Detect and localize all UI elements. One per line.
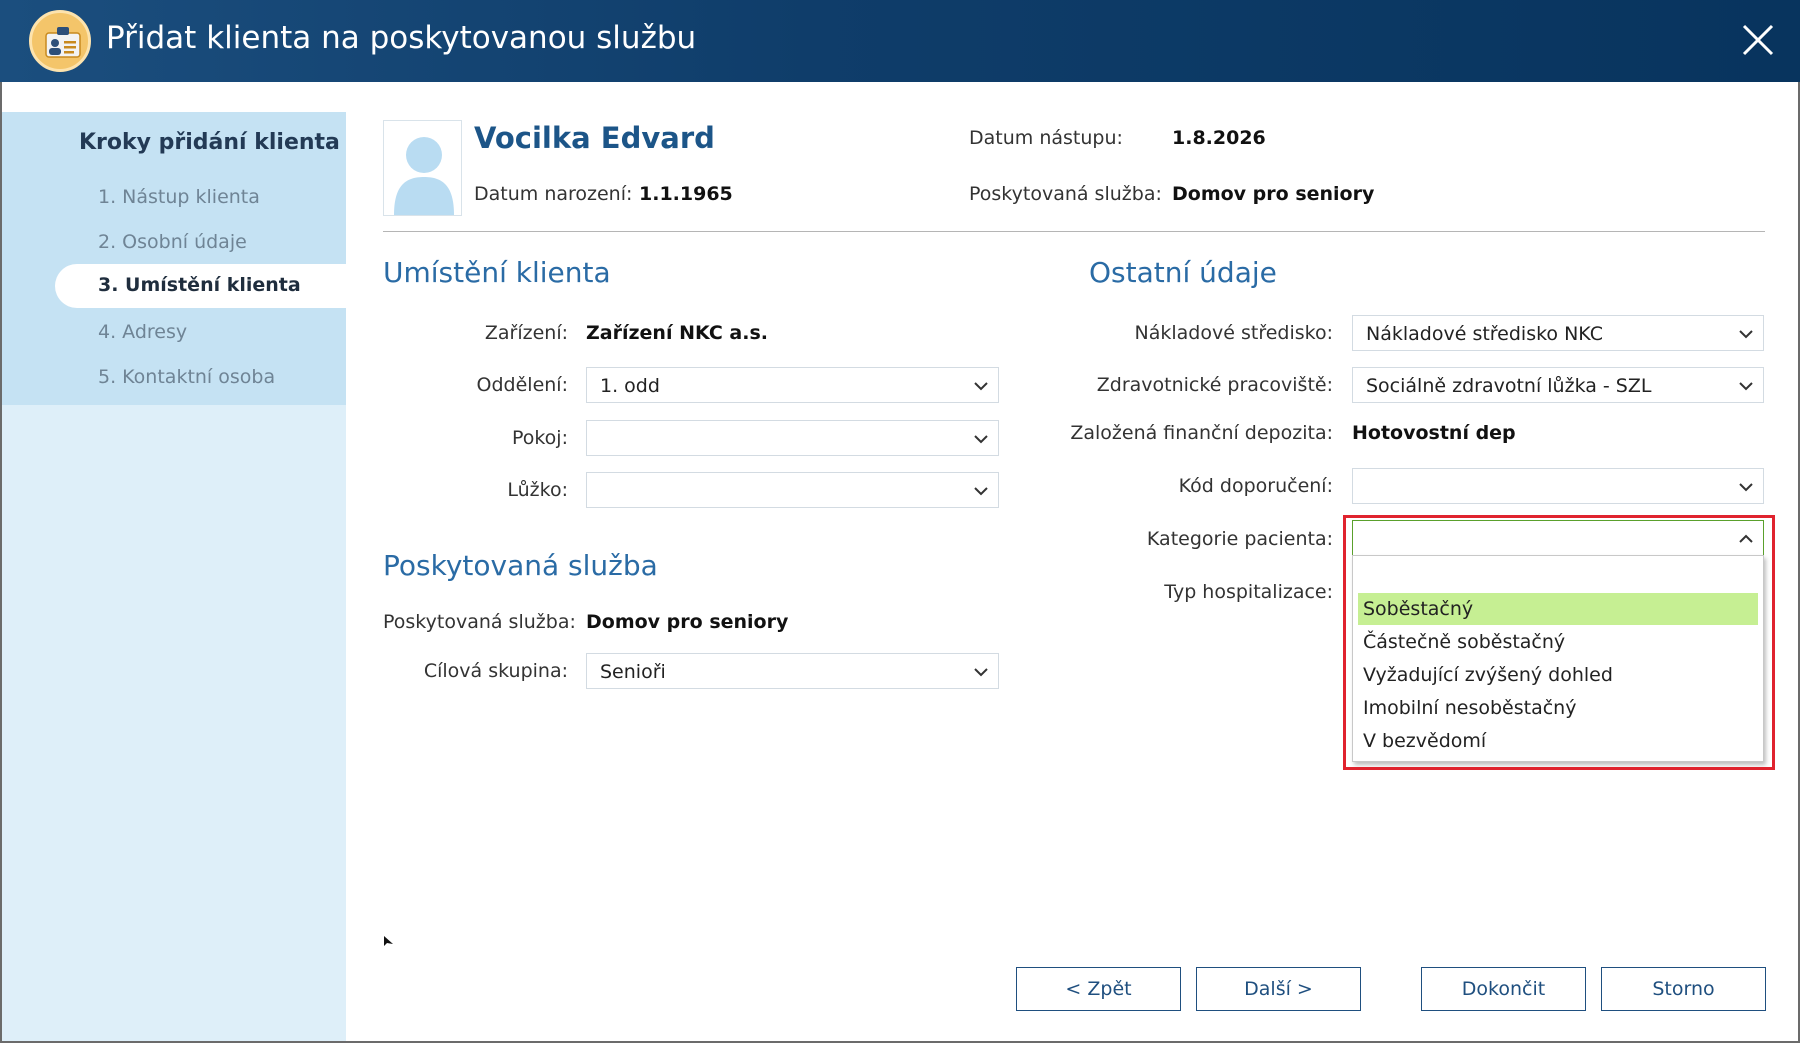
avatar xyxy=(383,120,462,216)
chevron-down-icon xyxy=(1739,483,1753,492)
steps-sidebar xyxy=(2,112,346,405)
option-vyzadujici-zvyseny-dohled[interactable]: Vyžadující zvýšený dohled xyxy=(1358,659,1758,691)
department-value: 1. odd xyxy=(600,375,660,397)
header-divider xyxy=(383,231,1765,232)
step-umisteni-klienta[interactable]: 3. Umístění klienta xyxy=(55,264,346,308)
window-title: Přidat klienta na poskytovanou službu xyxy=(106,20,697,56)
step-active-label: 3. Umístění klienta xyxy=(98,274,301,296)
birth-date-label: Datum narození: xyxy=(474,183,633,205)
patient-category-select[interactable] xyxy=(1352,520,1764,556)
target-group-label: Cílová skupina: xyxy=(423,660,568,682)
sidebar-background xyxy=(2,405,346,1041)
facility-label: Zařízení: xyxy=(484,322,568,344)
workplace-select[interactable]: Sociálně zdravotní lůžka - SZL xyxy=(1352,367,1764,403)
chevron-down-icon xyxy=(974,435,988,444)
header-service-label: Poskytovaná služba: xyxy=(969,183,1162,205)
placement-section-title: Umístění klienta xyxy=(383,256,611,289)
deposit-value: Hotovostní dep xyxy=(1352,422,1516,444)
client-name: Vocilka Edvard xyxy=(474,121,715,155)
option-imobilni-nesobestacny[interactable]: Imobilní nesoběstačný xyxy=(1358,692,1758,724)
hospitalization-type-label: Typ hospitalizace: xyxy=(1164,581,1333,603)
cost-center-label: Nákladové středisko: xyxy=(1134,322,1333,344)
deposit-label: Založená finanční depozita: xyxy=(1070,422,1333,444)
cancel-button[interactable]: Storno xyxy=(1601,967,1766,1011)
facility-value: Zařízení NKC a.s. xyxy=(586,322,768,344)
back-button[interactable]: < Zpět xyxy=(1016,967,1181,1011)
service-value: Domov pro seniory xyxy=(586,611,789,633)
title-bar: Přidat klienta na poskytovanou službu xyxy=(0,0,1800,82)
cost-center-select[interactable]: Nákladové středisko NKC xyxy=(1352,315,1764,351)
service-section-title: Poskytovaná služba xyxy=(383,549,658,582)
step-adresy[interactable]: 4. Adresy xyxy=(98,321,187,343)
chevron-down-icon xyxy=(974,382,988,391)
mouse-cursor-icon xyxy=(383,934,395,953)
option-v-bezvedomi[interactable]: V bezvědomí xyxy=(1358,725,1758,757)
option-castecne-sobestacny[interactable]: Částečně soběstačný xyxy=(1358,626,1758,658)
workplace-value: Sociálně zdravotní lůžka - SZL xyxy=(1366,375,1652,397)
patient-category-dropdown: Soběstačný Částečně soběstačný Vyžadujíc… xyxy=(1352,555,1764,762)
room-select[interactable] xyxy=(586,420,999,456)
other-section-title: Ostatní údaje xyxy=(1089,256,1277,289)
step-osobni-udaje[interactable]: 2. Osobní údaje xyxy=(98,231,247,253)
client-card-icon xyxy=(29,10,91,72)
department-label: Oddělení: xyxy=(476,374,568,396)
chevron-down-icon xyxy=(1739,330,1753,339)
header-service-value: Domov pro seniory xyxy=(1172,183,1375,205)
next-button[interactable]: Další > xyxy=(1196,967,1361,1011)
chevron-down-icon xyxy=(974,487,988,496)
chevron-up-icon xyxy=(1739,534,1753,543)
step-kontaktni-osoba[interactable]: 5. Kontaktní osoba xyxy=(98,366,275,388)
birth-date-value: 1.1.1965 xyxy=(639,183,733,205)
chevron-down-icon xyxy=(1739,382,1753,391)
referral-code-select[interactable] xyxy=(1352,468,1764,504)
referral-code-label: Kód doporučení: xyxy=(1178,475,1333,497)
department-select[interactable]: 1. odd xyxy=(586,367,999,403)
target-group-select[interactable]: Senioři xyxy=(586,653,999,689)
steps-title: Kroky přidání klienta xyxy=(79,130,340,155)
option-sobestacny[interactable]: Soběstačný xyxy=(1358,593,1758,625)
patient-category-label: Kategorie pacienta: xyxy=(1146,528,1333,550)
room-label: Pokoj: xyxy=(511,427,568,449)
step-nastup-klienta[interactable]: 1. Nástup klienta xyxy=(98,186,260,208)
start-date-label: Datum nástupu: xyxy=(969,127,1123,149)
chevron-down-icon xyxy=(974,668,988,677)
bed-select[interactable] xyxy=(586,472,999,508)
start-date-value: 1.8.2026 xyxy=(1172,127,1266,149)
service-label: Poskytovaná služba: xyxy=(383,611,576,633)
close-icon[interactable] xyxy=(1738,20,1778,60)
cost-center-value: Nákladové středisko NKC xyxy=(1366,323,1603,345)
bed-label: Lůžko: xyxy=(507,479,568,501)
target-group-value: Senioři xyxy=(600,661,666,683)
finish-button[interactable]: Dokončit xyxy=(1421,967,1586,1011)
workplace-label: Zdravotnické pracoviště: xyxy=(1096,374,1333,396)
